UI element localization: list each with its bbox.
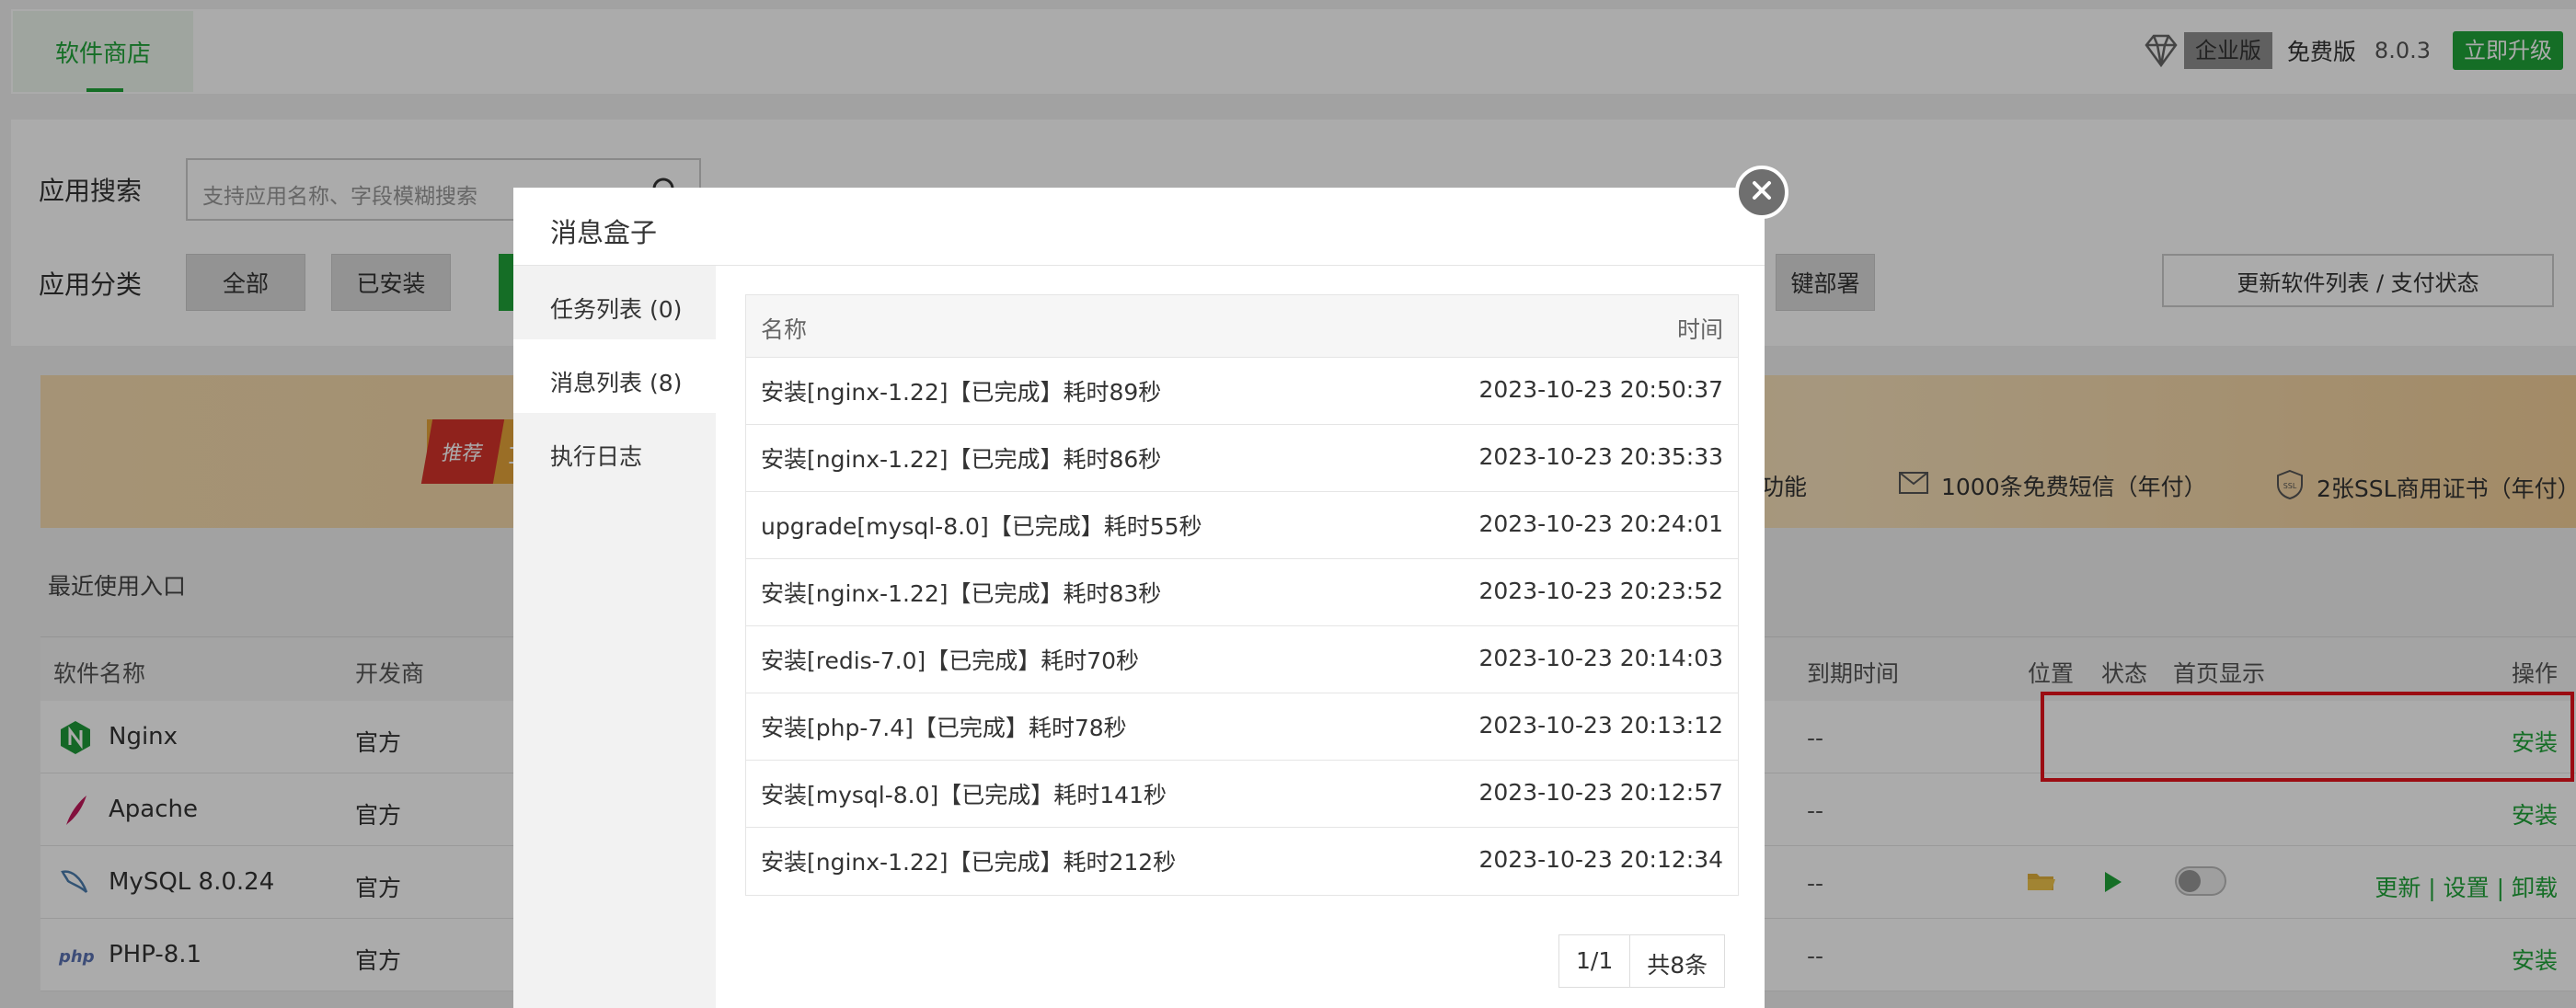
table-row: 安装[nginx-1.22]【已完成】耗时86秒 2023-10-23 20:35… <box>746 425 1738 492</box>
dialog-title: 消息盒子 <box>550 217 658 248</box>
message-table: 名称 时间 安装[nginx-1.22]【已完成】耗时89秒 2023-10-23… <box>745 294 1739 896</box>
message-box-dialog: 消息盒子 任务列表 (0) 消息列表 (8) 执行日志 名称 时间 安装[ngi… <box>513 188 1765 1008</box>
col-name: 名称 <box>761 316 808 343</box>
table-row: 安装[php-7.4]【已完成】耗时78秒 2023-10-23 20:13:12 <box>746 693 1738 761</box>
page-indicator[interactable]: 1/1 <box>1559 935 1629 987</box>
col-time: 时间 <box>1676 316 1723 343</box>
message-time: 2023-10-23 20:23:52 <box>1478 578 1723 604</box>
message-name: 安装[redis-7.0]【已完成】耗时70秒 <box>761 647 1140 674</box>
dialog-sidebar: 任务列表 (0) 消息列表 (8) 执行日志 <box>513 266 716 1008</box>
total-count: 共8条 <box>1629 935 1724 987</box>
message-time: 2023-10-23 20:13:12 <box>1478 712 1723 739</box>
table-row: upgrade[mysql-8.0]【已完成】耗时55秒 2023-10-23 2… <box>746 492 1738 559</box>
table-row: 安装[nginx-1.22]【已完成】耗时89秒 2023-10-23 20:50… <box>746 358 1738 425</box>
message-name: 安装[mysql-8.0]【已完成】耗时141秒 <box>761 782 1167 808</box>
message-time: 2023-10-23 20:12:57 <box>1478 779 1723 806</box>
message-time: 2023-10-23 20:14:03 <box>1478 645 1723 671</box>
message-name: 安装[nginx-1.22]【已完成】耗时86秒 <box>761 446 1162 473</box>
message-time: 2023-10-23 20:24:01 <box>1478 510 1723 537</box>
message-name: 安装[nginx-1.22]【已完成】耗时89秒 <box>761 379 1162 406</box>
close-dialog-button[interactable] <box>1735 166 1788 219</box>
pagination: 1/1 共8条 <box>1558 934 1726 988</box>
message-name: 安装[nginx-1.22]【已完成】耗时83秒 <box>761 580 1162 607</box>
table-row: 安装[nginx-1.22]【已完成】耗时83秒 2023-10-23 20:23… <box>746 559 1738 626</box>
message-name: 安装[php-7.4]【已完成】耗时78秒 <box>761 715 1127 741</box>
message-name: 安装[nginx-1.22]【已完成】耗时212秒 <box>761 849 1177 876</box>
close-icon <box>1750 178 1774 206</box>
table-row: 安装[mysql-8.0]【已完成】耗时141秒 2023-10-23 20:12… <box>746 761 1738 828</box>
tab-execution-log[interactable]: 执行日志 <box>513 413 716 487</box>
tab-message-list[interactable]: 消息列表 (8) <box>513 339 716 413</box>
table-row: 安装[nginx-1.22]【已完成】耗时212秒 2023-10-23 20:1… <box>746 828 1738 895</box>
message-name: upgrade[mysql-8.0]【已完成】耗时55秒 <box>761 513 1202 540</box>
message-time: 2023-10-23 20:50:37 <box>1478 376 1723 403</box>
table-row: 安装[redis-7.0]【已完成】耗时70秒 2023-10-23 20:14:… <box>746 626 1738 693</box>
message-time: 2023-10-23 20:35:33 <box>1478 443 1723 470</box>
message-time: 2023-10-23 20:12:34 <box>1478 846 1723 873</box>
tab-task-list[interactable]: 任务列表 (0) <box>513 266 716 339</box>
message-table-header: 名称 时间 <box>746 295 1738 358</box>
